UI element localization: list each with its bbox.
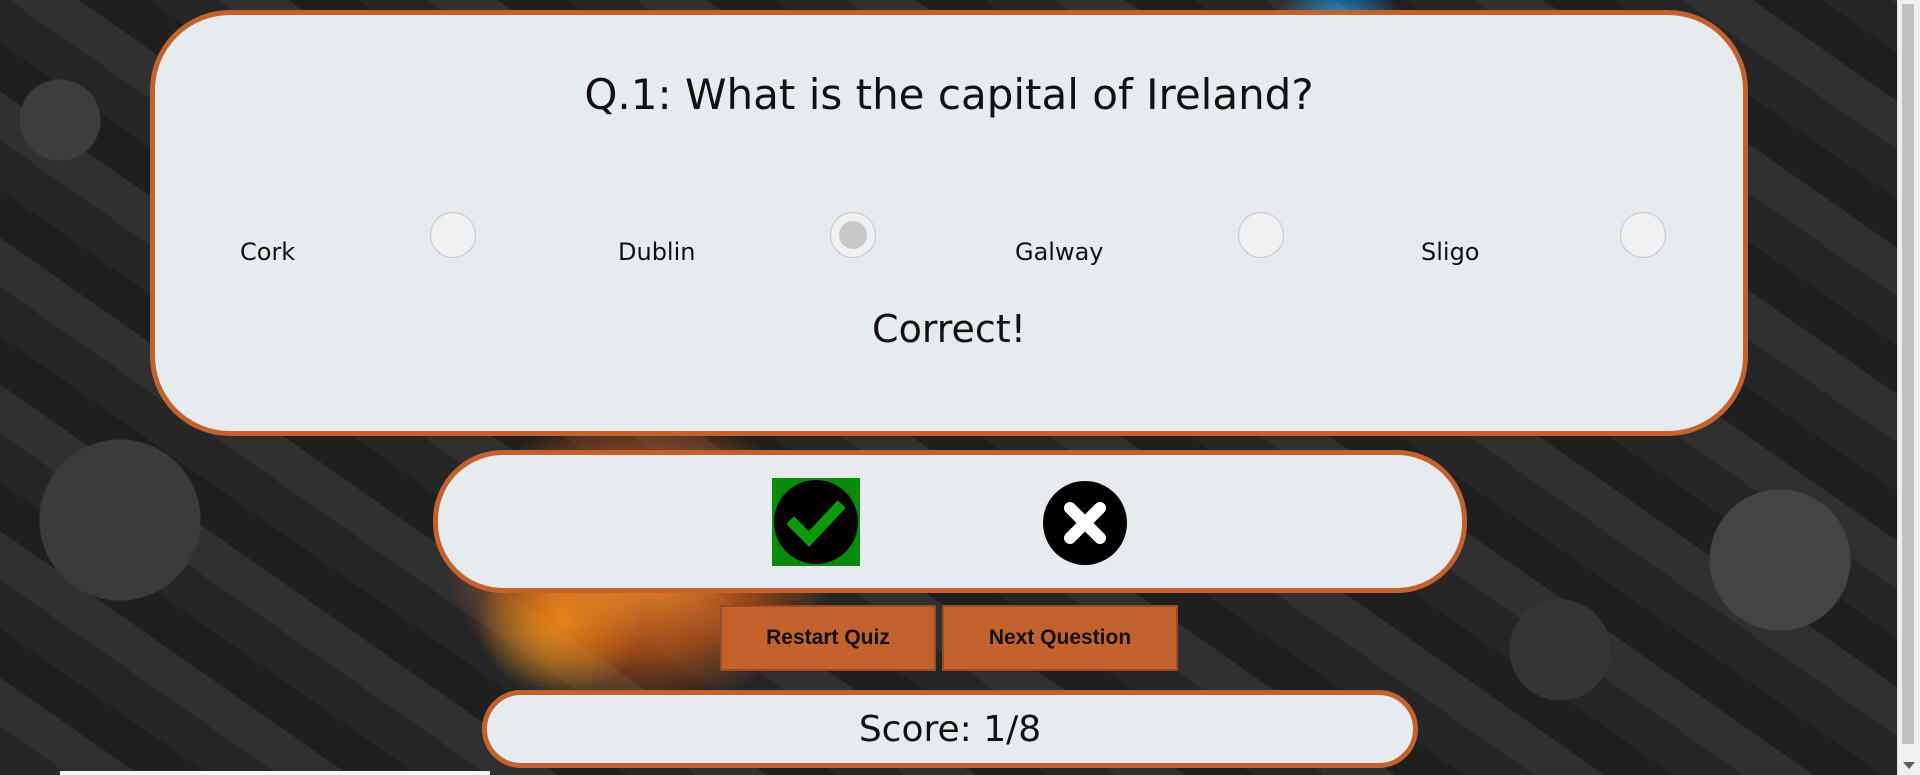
question-title: Q.1: What is the capital of Ireland? (584, 70, 1314, 119)
answer-options: Cork Dublin Galway Sligo (155, 200, 1743, 270)
answer-radio-dublin[interactable] (830, 212, 876, 258)
next-question-button[interactable]: Next Question (942, 605, 1178, 671)
result-message: Correct! (872, 307, 1026, 351)
question-panel: Q.1: What is the capital of Ireland? Cor… (150, 10, 1748, 436)
answer-label-dublin: Dublin (618, 238, 696, 266)
restart-quiz-button[interactable]: Restart Quiz (720, 605, 936, 671)
cross-icon (1043, 481, 1127, 565)
answer-label-cork: Cork (240, 238, 296, 266)
scroll-down-arrow-icon[interactable] (1903, 762, 1915, 769)
answer-radio-sligo[interactable] (1620, 212, 1666, 258)
answer-radio-cork[interactable] (430, 212, 476, 258)
vertical-scrollbar[interactable] (1897, 0, 1920, 775)
score-display: Score: 1/8 (858, 709, 1042, 750)
answer-label-sligo: Sligo (1421, 238, 1480, 266)
answer-label-galway: Galway (1015, 238, 1104, 266)
answer-radio-galway[interactable] (1238, 212, 1284, 258)
score-panel: Score: 1/8 (482, 690, 1418, 768)
checkmark-icon (772, 478, 860, 566)
feedback-panel (433, 450, 1467, 593)
horizontal-scrollbar-thumb[interactable] (60, 771, 490, 775)
scrollbar-thumb[interactable] (1902, 4, 1914, 744)
